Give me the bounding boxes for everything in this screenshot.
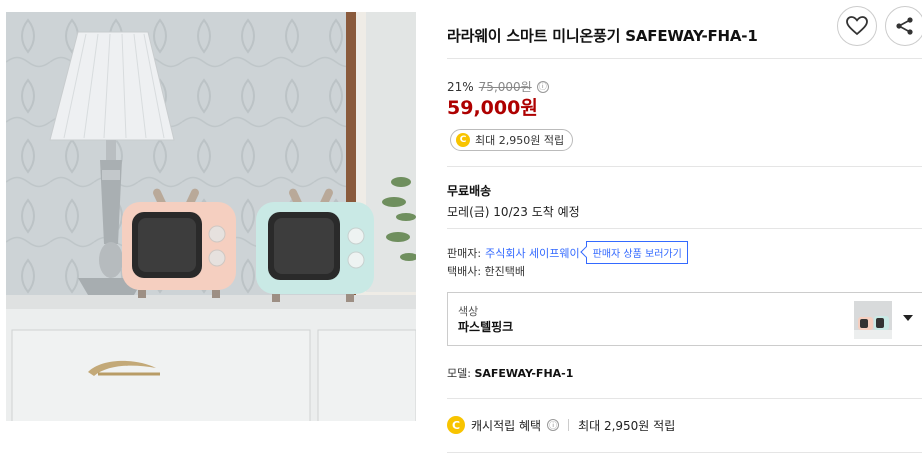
reward-badge: C 최대 2,950원 적립 (450, 129, 574, 151)
share-icon (896, 17, 913, 35)
cash-benefit-value: 최대 2,950원 적립 (578, 418, 676, 433)
separator (568, 419, 570, 431)
cash-benefit-label: 캐시적립 혜택 (471, 418, 542, 433)
divider (447, 452, 922, 453)
cash-benefit-row: C 캐시적립 혜택 ⓘ 최대 2,950원 적립 (447, 416, 675, 434)
product-image (6, 12, 416, 421)
heart-icon (846, 16, 868, 36)
divider (447, 58, 922, 59)
model-value: SAFEWAY-FHA-1 (474, 367, 574, 380)
shipping-eta: 모레(금) 10/23 도착 예정 (447, 205, 580, 219)
chevron-down-icon[interactable] (903, 315, 913, 321)
seller-products-button[interactable]: 판매자 상품 보러가기 (585, 241, 688, 264)
courier-info: 택배사: 한진택배 (447, 265, 526, 278)
coin-icon: C (447, 416, 465, 434)
model-row: 모델: SAFEWAY-FHA-1 (447, 365, 573, 381)
product-photo (6, 12, 416, 421)
option-thumbnail (854, 301, 892, 339)
share-button[interactable] (885, 6, 922, 46)
divider (447, 398, 922, 399)
seller-label: 판매자: (447, 246, 482, 260)
divider (447, 166, 922, 167)
info-icon[interactable]: ⓘ (547, 419, 560, 431)
seller-link[interactable]: 주식회사 세이프웨이 (485, 245, 580, 261)
divider (447, 228, 922, 229)
seller-row: 판매자: 주식회사 세이프웨이 판매자 상품 보러가기 (447, 241, 688, 264)
option-value: 파스텔핑크 (458, 320, 514, 334)
sale-price: 59,000원 (447, 97, 538, 119)
info-icon[interactable]: ⓘ (536, 80, 549, 93)
reward-label: 최대 2,950원 적립 (475, 134, 565, 147)
coin-icon: C (456, 133, 470, 147)
model-label: 모델: (447, 367, 471, 380)
wishlist-button[interactable] (837, 6, 877, 46)
color-option-select[interactable]: 색상 파스텔핑크 (447, 292, 922, 346)
option-label: 색상 (458, 305, 479, 318)
product-detail-panel: 라라웨이 스마트 미니온풍기 SAFEWAY-FHA-1 21% 75,000원… (447, 0, 922, 457)
shipping-title: 무료배송 (447, 184, 492, 198)
product-title: 라라웨이 스마트 미니온풍기 SAFEWAY-FHA-1 (447, 27, 758, 45)
discount-rate: 21% (447, 79, 474, 94)
